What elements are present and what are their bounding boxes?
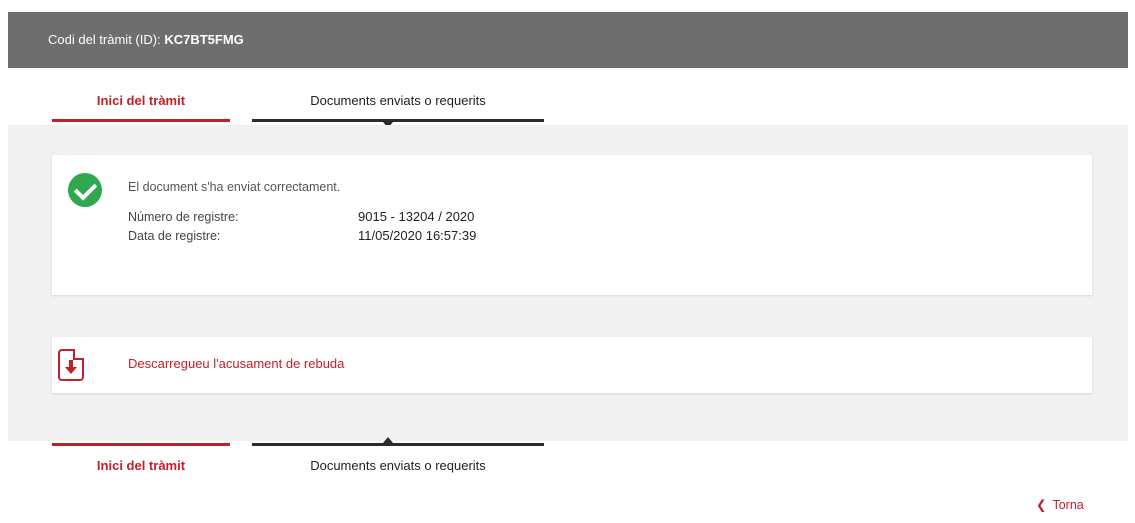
- tab-start-bottom-label: Inici del tràmit: [96, 458, 186, 473]
- download-receipt-link[interactable]: Descarregueu l'acusament de rebuda: [128, 356, 344, 371]
- tab-documents-bottom-label: Documents enviats o requerits: [310, 458, 486, 473]
- back-link[interactable]: ❮ Torna: [1036, 497, 1084, 512]
- tab-documents-top-underline: [252, 119, 544, 122]
- registry-date-label: Data de registre:: [128, 229, 221, 243]
- procedure-id-label: Codi del tràmit (ID):: [48, 32, 161, 47]
- tab-documents-bottom-underline: [252, 443, 544, 446]
- pdf-download-icon[interactable]: [58, 349, 84, 381]
- tab-documents-top[interactable]: Documents enviats o requerits: [252, 92, 544, 114]
- download-arrow-head: [65, 367, 77, 374]
- tab-documents-bottom[interactable]: Documents enviats o requerits: [252, 457, 544, 479]
- tab-start-top[interactable]: Inici del tràmit: [52, 92, 230, 114]
- procedure-id-value: KC7BT5FMG: [164, 32, 244, 47]
- registry-number-value: 9015 - 13204 / 2020: [358, 209, 475, 224]
- chevron-left-icon: ❮: [1036, 498, 1047, 512]
- submission-status-card: El document s'ha enviat correctament. Nú…: [52, 155, 1092, 295]
- tab-documents-top-label: Documents enviats o requerits: [310, 93, 486, 108]
- tab-start-top-underline: [52, 119, 230, 122]
- tab-start-top-label: Inici del tràmit: [96, 93, 186, 108]
- tab-start-bottom[interactable]: Inici del tràmit: [52, 457, 230, 479]
- procedure-id: Codi del tràmit (ID): KC7BT5FMG: [48, 32, 244, 47]
- tab-start-bottom-underline: [52, 443, 230, 446]
- registry-date-value: 11/05/2020 16:57:39: [358, 228, 477, 243]
- back-link-label: Torna: [1052, 498, 1084, 512]
- registry-number-label: Número de registre:: [128, 210, 239, 224]
- check-circle-icon: [68, 173, 102, 207]
- status-message: El document s'ha enviat correctament.: [128, 180, 341, 194]
- download-receipt-card[interactable]: Descarregueu l'acusament de rebuda: [52, 337, 1092, 393]
- content-panel: El document s'ha enviat correctament. Nú…: [8, 125, 1128, 441]
- header-bar: Codi del tràmit (ID): KC7BT5FMG: [8, 12, 1128, 68]
